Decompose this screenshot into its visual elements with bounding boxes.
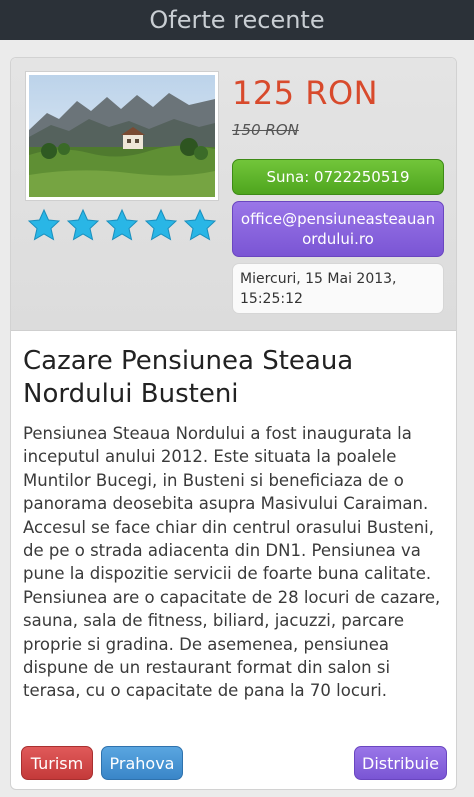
email-button-label: office@pensiuneasteauanordului.ro <box>240 210 436 248</box>
mountain-landscape-image <box>29 75 215 197</box>
offer-description: Pensiunea Steaua Nordului a fost inaugur… <box>23 424 441 701</box>
share-button[interactable]: Distribuie <box>354 746 447 780</box>
offer-title: Cazare Pensiunea Steaua Nordului Busteni <box>23 346 354 409</box>
star-icon <box>66 208 100 242</box>
star-icon <box>144 208 178 242</box>
star-icon <box>183 208 217 242</box>
page-title: Oferte recente <box>149 6 325 34</box>
current-price: 125 RON <box>232 74 379 112</box>
offer-photo[interactable] <box>25 71 219 201</box>
star-icon <box>105 208 139 242</box>
tag-prahova-button[interactable]: Prahova <box>101 746 183 780</box>
offer-card: 125 RON 150 RON Suna: 0722250519 office@… <box>10 57 457 790</box>
old-price: 150 RON <box>232 121 299 139</box>
tag-turism-button[interactable]: Turism <box>21 746 93 780</box>
app-title-bar: Oferte recente <box>0 0 474 40</box>
rating-stars <box>27 208 217 248</box>
email-button[interactable]: office@pensiuneasteauanordului.ro <box>232 201 444 257</box>
offer-date: Miercuri, 15 Mai 2013, 15:25:12 <box>232 263 444 314</box>
offer-summary: 125 RON 150 RON Suna: 0722250519 office@… <box>11 58 456 331</box>
star-icon <box>27 208 61 242</box>
call-button[interactable]: Suna: 0722250519 <box>232 159 444 195</box>
